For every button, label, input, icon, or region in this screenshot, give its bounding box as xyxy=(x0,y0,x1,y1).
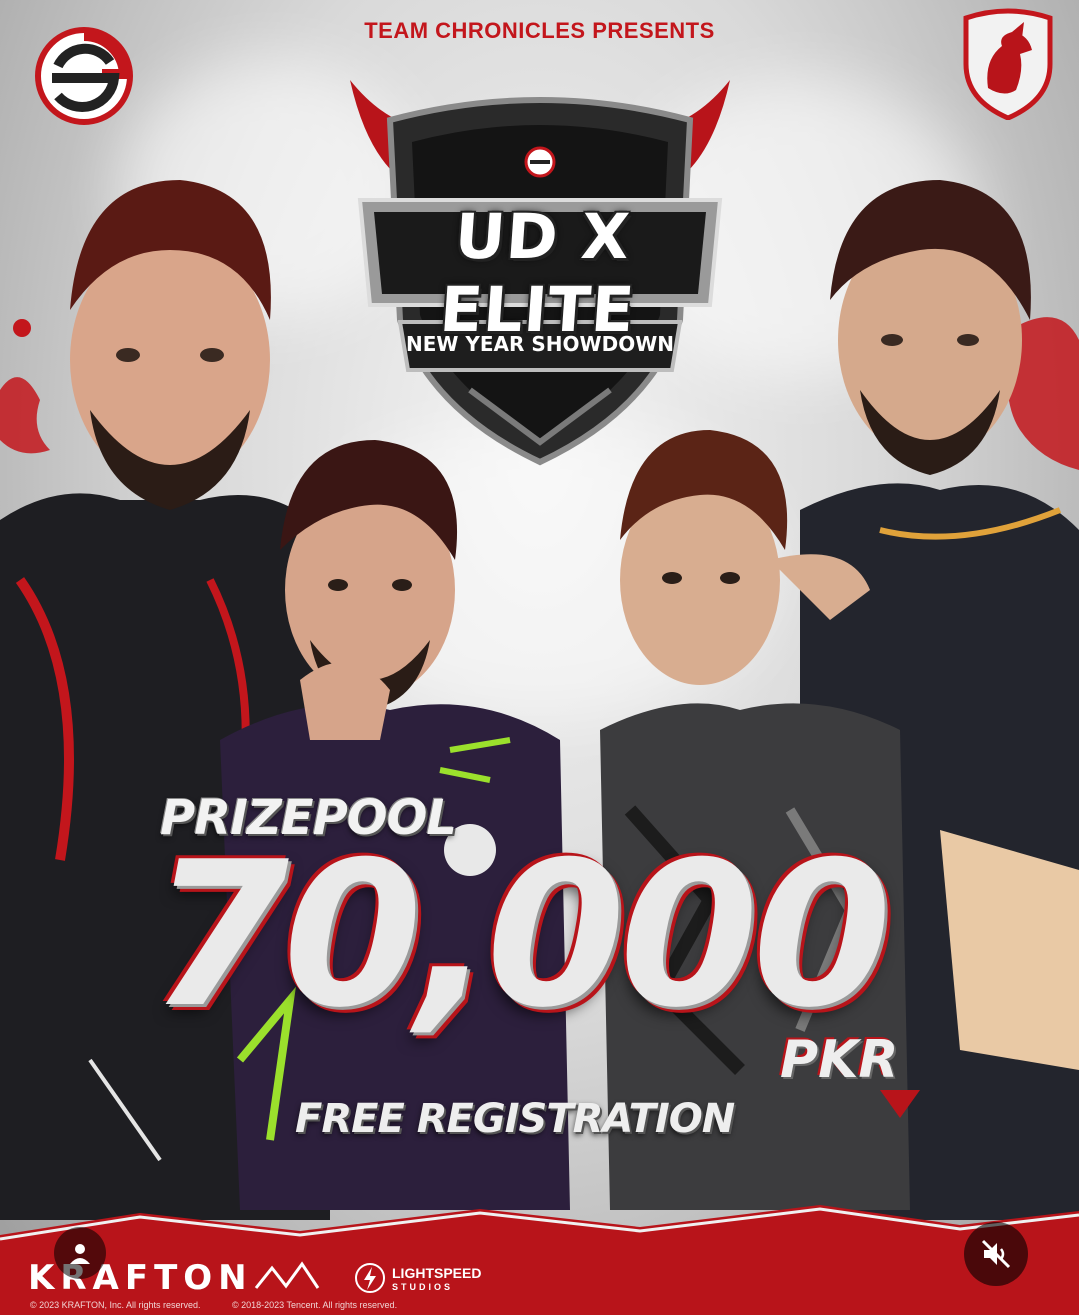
lightspeed-logo: LIGHTSPEED STUDIOS xyxy=(392,1266,481,1294)
event-subtitle: NEW YEAR SHOWDOWN xyxy=(405,332,675,356)
event-title: UD X ELITE xyxy=(437,200,638,346)
legal-tencent: © 2018-2023 Tencent. All rights reserved… xyxy=(232,1300,398,1310)
mute-button[interactable] xyxy=(964,1222,1028,1286)
user-button[interactable] xyxy=(54,1227,106,1279)
lightspeed-bolt-icon xyxy=(355,1263,385,1293)
elite-e-logo-icon xyxy=(35,27,133,125)
muted-speaker-icon xyxy=(981,1239,1011,1269)
free-registration-label: FREE REGISTRATION xyxy=(295,1096,735,1142)
legal-krafton: © 2023 KRAFTON, Inc. All rights reserved… xyxy=(30,1300,201,1310)
level-infinite-logo xyxy=(254,1261,320,1289)
lightspeed-text: LIGHTSPEED xyxy=(392,1265,482,1281)
prize-currency: PKR xyxy=(780,1030,899,1090)
red-triangle-accent xyxy=(880,1090,920,1118)
horse-crest-icon xyxy=(963,8,1053,120)
presenter-text: TEAM CHRONICLES PRESENTS xyxy=(364,18,715,43)
user-icon xyxy=(70,1244,90,1264)
prize-amount: 70,000 xyxy=(150,819,892,1052)
lightspeed-studios-text: STUDIOS xyxy=(392,1282,454,1292)
